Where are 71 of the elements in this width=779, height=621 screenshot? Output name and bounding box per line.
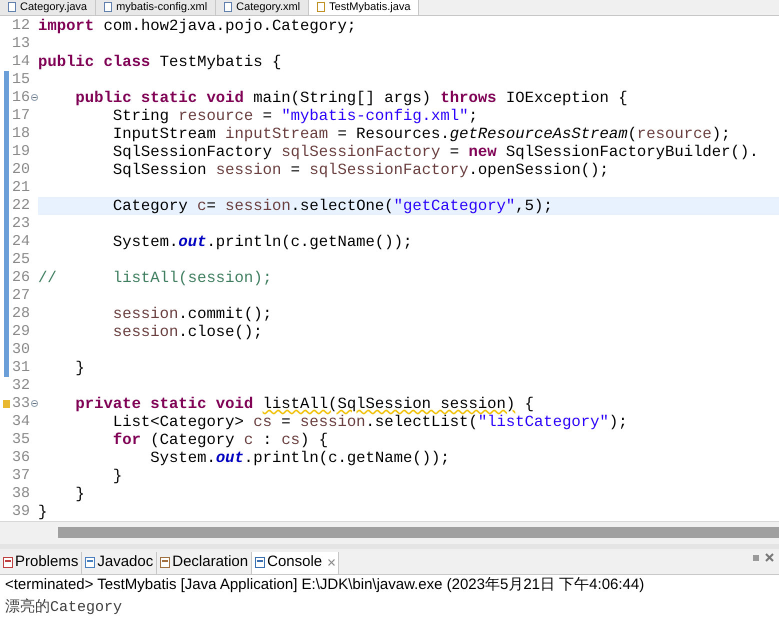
line-number: 16 (12, 89, 30, 107)
line-number: 18 (12, 125, 30, 143)
code-line: Category c= session.selectOne("getCategory",5); (112, 197, 553, 215)
line-number: 25 (12, 251, 30, 269)
view-icon (3, 557, 13, 568)
line-number: 17 (12, 107, 30, 125)
editor-tab[interactable]: TestMybatis.java (309, 0, 420, 15)
line-number: 27 (12, 287, 30, 305)
line-number: 29 (12, 323, 30, 341)
collapse-icon[interactable] (31, 94, 38, 101)
line-number: 24 (12, 233, 30, 251)
code-line: for (Category c : cs) { (112, 431, 328, 449)
line-number: 14 (12, 53, 30, 71)
line-number: 20 (12, 161, 30, 179)
code-line: // listAll(session); (38, 269, 272, 287)
view-icon (255, 557, 266, 568)
line-number: 19 (12, 143, 30, 161)
close-icon[interactable] (765, 552, 774, 562)
code-line: public class TestMybatis { (38, 53, 282, 71)
line-number: 38 (12, 485, 30, 503)
file-icon (8, 2, 16, 12)
code-line: } (38, 503, 48, 521)
editor-tab[interactable]: Category.xml (216, 0, 310, 15)
view-icon (160, 557, 170, 568)
code-line: import com.how2java.pojo.Category; (38, 17, 356, 35)
code-line: InputStream inputStream = Resources.getResourceAsStream(resource); (112, 125, 731, 143)
code-line: System.out.println(c.getName()); (112, 233, 412, 251)
code-line: } (112, 467, 122, 485)
line-number: 33 (12, 395, 30, 413)
code-line: SqlSessionFactory sqlSessionFactory = new SqlSessionFactoryBuilder(). (112, 143, 759, 161)
minimize-icon[interactable] (752, 554, 760, 562)
editor-tab[interactable]: Category.java (0, 0, 96, 15)
file-icon (104, 2, 112, 12)
code-line: SqlSession session = sqlSessionFactory.openSession(); (112, 161, 609, 179)
code-line: } (74, 485, 85, 503)
view-tab[interactable]: Javadoc (82, 552, 158, 574)
line-number: 31 (12, 359, 30, 377)
line-number: 35 (12, 431, 30, 449)
line-number: 15 (12, 71, 30, 89)
line-number: 30 (12, 341, 30, 359)
collapse-icon[interactable] (31, 400, 38, 407)
line-number: 39 (12, 503, 30, 521)
line-number: 23 (12, 215, 30, 233)
code-line: } (74, 359, 85, 377)
line-number: 26 (12, 269, 30, 287)
code-line: session.close(); (112, 323, 263, 341)
line-number: 22 (12, 197, 30, 215)
code-line: System.out.println(c.getName()); (149, 449, 450, 467)
close-icon[interactable] (328, 559, 336, 566)
editor-tab[interactable]: mybatis-config.xml (96, 0, 216, 15)
line-number: 28 (12, 305, 30, 323)
line-number: 12 (12, 17, 30, 35)
file-icon (317, 2, 326, 12)
view-tab[interactable]: Console (252, 552, 340, 574)
code-line: List<Category> cs = session.selectList("listCategory"); (112, 413, 628, 431)
view-tab[interactable]: Declaration (157, 552, 252, 574)
line-number: 37 (12, 467, 30, 485)
line-number: 36 (12, 449, 30, 467)
code-line: public static void main(String[] args) throws IOException { (74, 89, 628, 107)
line-number: 13 (12, 35, 30, 53)
code-line: private static void listAll(SqlSession session) { (74, 395, 534, 413)
view-icon (85, 557, 96, 568)
console-output: 漂亮的Category (4, 597, 124, 618)
scrollbar[interactable] (58, 527, 779, 538)
line-number: 32 (12, 377, 30, 395)
line-number: 34 (12, 413, 30, 431)
code-line: session.commit(); (112, 305, 272, 323)
view-tab[interactable]: Problems (0, 552, 82, 574)
code-line: String resource = "mybatis-config.xml"; (112, 107, 478, 125)
line-number: 21 (12, 179, 30, 197)
file-icon (224, 2, 232, 12)
